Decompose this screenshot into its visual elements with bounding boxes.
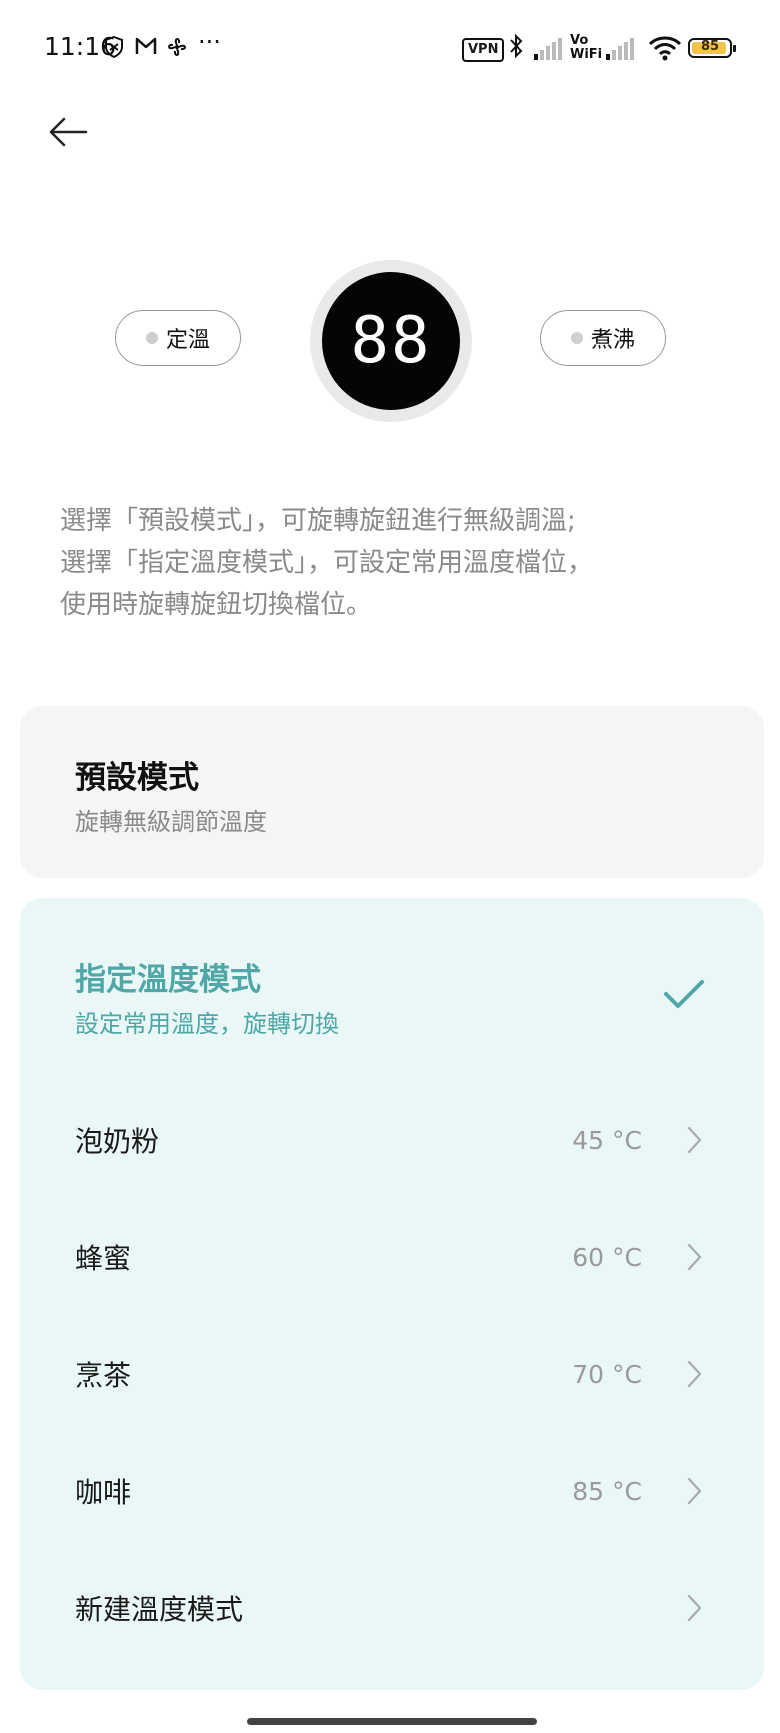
bluetooth-icon <box>510 33 523 59</box>
temp-preset-value: 60 °C <box>572 1242 642 1272</box>
pinwheel-icon <box>168 38 186 56</box>
back-arrow-icon[interactable] <box>44 108 92 156</box>
temp-preset-value: 45 °C <box>572 1125 642 1155</box>
chevron-right-icon <box>687 1360 702 1388</box>
selected-check-icon <box>664 980 704 1008</box>
preset-mode-subtitle: 旋轉無級調節溫度 <box>75 808 267 836</box>
description-line: 使用時旋轉旋鈕切換檔位。 <box>60 590 373 620</box>
mode-description: 選擇「預設模式」，可旋轉旋鈕進行無級調溫; 選擇「指定溫度模式」，可設定常用溫度… <box>60 500 720 626</box>
temp-preset-label: 咖啡 <box>75 1476 132 1509</box>
signal-icon <box>534 38 562 60</box>
description-line: 選擇「預設模式」，可旋轉旋鈕進行無級調溫; <box>60 506 576 536</box>
chevron-right-icon <box>687 1243 702 1271</box>
indicator-dot <box>145 332 158 344</box>
gmail-icon <box>135 37 157 54</box>
shield-icon <box>105 36 123 58</box>
temp-preset-row[interactable]: 泡奶粉 45 °C <box>20 1090 764 1190</box>
temp-preset-row[interactable]: 烹茶 70 °C <box>20 1324 764 1424</box>
new-temp-mode-row[interactable]: 新建溫度模式 <box>20 1558 764 1658</box>
constant-temp-pill: 定溫 <box>115 310 241 366</box>
custom-mode-title: 指定溫度模式 <box>75 962 261 998</box>
boil-pill: 煮沸 <box>540 310 666 366</box>
temp-preset-label: 泡奶粉 <box>75 1125 160 1158</box>
custom-mode-subtitle: 設定常用溫度，旋轉切換 <box>75 1010 339 1038</box>
temp-preset-value: 85 °C <box>572 1476 642 1506</box>
temp-preset-value: 70 °C <box>572 1359 642 1389</box>
new-temp-mode-label: 新建溫度模式 <box>75 1593 244 1626</box>
temp-preset-row[interactable]: 蜂蜜 60 °C <box>20 1207 764 1307</box>
more-icon: ··· <box>198 28 221 56</box>
temp-preset-row[interactable]: 咖啡 85 °C <box>20 1441 764 1541</box>
wifi-icon <box>648 36 682 61</box>
preset-mode-title: 預設模式 <box>75 760 199 796</box>
signal-icon <box>606 38 634 60</box>
chevron-right-icon <box>687 1477 702 1505</box>
display-digits: 88 <box>350 304 432 378</box>
temp-preset-label: 蜂蜜 <box>75 1242 132 1275</box>
chevron-right-icon <box>687 1594 702 1622</box>
chevron-right-icon <box>687 1126 702 1154</box>
battery-icon: 85 <box>688 38 736 58</box>
vowifi-icon: Vo WiFi <box>570 33 603 62</box>
kettle-dial-display: 88 <box>322 272 460 410</box>
vpn-icon: VPN <box>462 38 505 62</box>
indicator-dot <box>570 332 583 344</box>
description-line: 選擇「指定溫度模式」，可設定常用溫度檔位， <box>60 548 594 578</box>
battery-level: 85 <box>700 39 720 54</box>
boil-label: 煮沸 <box>590 328 635 353</box>
constant-temp-label: 定溫 <box>165 328 210 353</box>
temp-preset-label: 烹茶 <box>75 1359 132 1392</box>
home-indicator[interactable] <box>247 1718 537 1725</box>
